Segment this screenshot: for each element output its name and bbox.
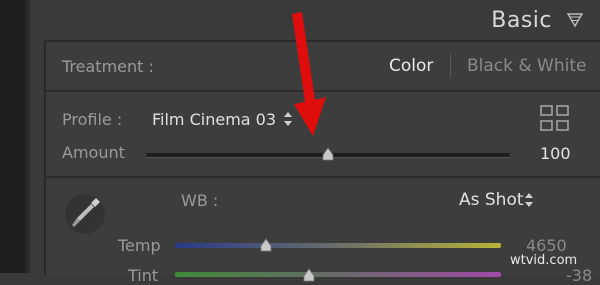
eyedropper-icon[interactable] [62, 188, 108, 238]
wb-dropdown[interactable]: As Shot [459, 190, 524, 210]
section-divider [46, 176, 600, 178]
treatment-label: Treatment : [62, 57, 154, 76]
treatment-divider [450, 54, 451, 78]
updown-arrows-icon[interactable] [523, 191, 535, 209]
left-panel-edge [26, 0, 30, 273]
watermark: wtvid.com [510, 253, 578, 268]
triangle-down-icon[interactable] [566, 12, 584, 28]
temp-label: Temp [118, 236, 161, 255]
temp-slider-thumb[interactable] [259, 238, 273, 252]
treatment-color-option[interactable]: Color [389, 56, 433, 76]
tint-slider-thumb[interactable] [302, 268, 316, 282]
wb-label: WB : [181, 191, 219, 210]
tint-label: Tint [128, 266, 159, 285]
amount-slider-thumb[interactable] [321, 147, 335, 161]
profile-label: Profile : [62, 110, 123, 129]
treatment-bw-option[interactable]: Black & White [467, 56, 587, 76]
red-annotation-arrow [292, 12, 326, 136]
tint-value[interactable]: -38 [566, 266, 592, 285]
left-panel-strip [0, 0, 26, 273]
amount-label: Amount [62, 143, 125, 162]
amount-value[interactable]: 100 [540, 144, 571, 163]
panel-title[interactable]: Basic [491, 8, 552, 33]
profile-dropdown[interactable]: Film Cinema 03 [152, 110, 276, 129]
temp-slider-track[interactable] [175, 243, 501, 248]
grid-icon[interactable] [540, 104, 570, 134]
